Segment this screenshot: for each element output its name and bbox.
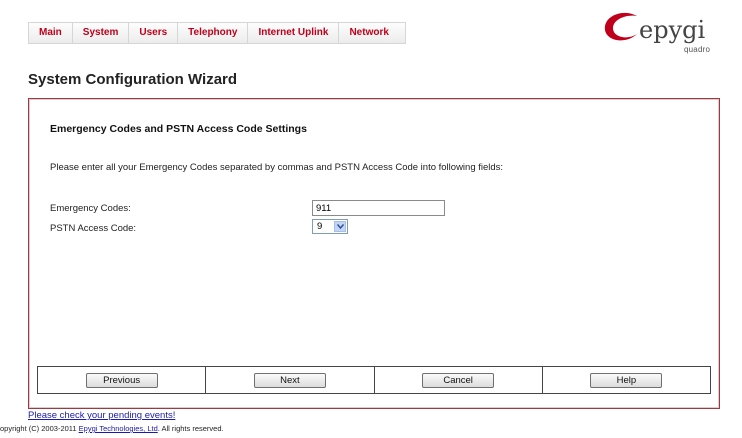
epygi-swoosh-icon — [604, 12, 637, 41]
cancel-button[interactable]: Cancel — [422, 372, 495, 388]
button-cell: Help — [543, 367, 710, 393]
epygi-logo: epygi quadro — [601, 10, 721, 56]
button-cell: Cancel — [375, 367, 543, 393]
nav-telephony[interactable]: Telephony — [177, 22, 248, 44]
chevron-down-icon — [337, 224, 344, 229]
copyright-text: opyright (C) 2003-2011 Epygi Technologie… — [0, 424, 224, 433]
button-bar: Previous Next Cancel Help — [37, 366, 711, 394]
button-cell: Previous — [38, 367, 207, 393]
company-link[interactable]: Epygi Technologies, Ltd — [79, 424, 158, 433]
copyright-prefix: opyright (C) 2003-2011 — [0, 424, 79, 433]
pending-events-link[interactable]: Please check your pending events! — [28, 410, 175, 421]
logo-sub-text: quadro — [684, 45, 711, 54]
instructions-text: Please enter all your Emergency Codes se… — [50, 162, 504, 173]
help-button[interactable]: Help — [590, 372, 663, 388]
nav-system[interactable]: System — [71, 22, 129, 44]
page-title: System Configuration Wizard — [28, 71, 238, 88]
pstn-access-code-select[interactable]: 9 — [312, 219, 348, 234]
logo-brand-text: epygi — [639, 16, 706, 44]
nav-network[interactable]: Network — [338, 22, 406, 44]
dropdown-button[interactable] — [334, 221, 346, 232]
top-navigation: Main System Users Telephony Internet Upl… — [28, 22, 406, 44]
previous-button[interactable]: Previous — [85, 372, 158, 388]
emergency-codes-label: Emergency Codes: — [50, 203, 131, 214]
pstn-access-code-label: PSTN Access Code: — [50, 223, 137, 234]
button-cell: Next — [206, 367, 375, 393]
nav-main[interactable]: Main — [28, 22, 72, 44]
emergency-codes-input[interactable] — [312, 200, 445, 216]
wizard-panel: Emergency Codes and PSTN Access Code Set… — [28, 98, 720, 409]
next-button[interactable]: Next — [253, 372, 326, 388]
copyright-suffix: . All rights reserved. — [157, 424, 224, 433]
pstn-access-code-value: 9 — [317, 221, 323, 232]
section-title: Emergency Codes and PSTN Access Code Set… — [50, 123, 307, 135]
nav-users[interactable]: Users — [128, 22, 178, 44]
nav-internet-uplink[interactable]: Internet Uplink — [247, 22, 339, 44]
